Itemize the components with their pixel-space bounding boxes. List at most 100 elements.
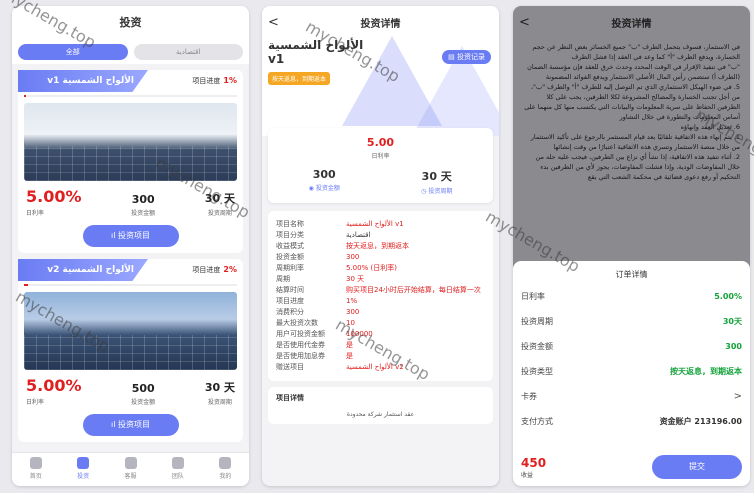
income-value: 450 [521,455,547,470]
tab-team[interactable]: 团队 [154,453,201,486]
progress-label: 项目进度 [192,77,221,85]
progress-info: 项目进度 1% [192,76,243,86]
detail-row: 投资金额 300 [276,252,485,263]
contract-paragraph: 5. في ضوء الهيكل الاستثماري الذي تم التو… [524,83,740,121]
invest-amount: 500 投资金额 [131,382,156,406]
product-card[interactable]: الألواح الشمسية v2 项目进度 2% 5.00% 日利率 500 … [18,259,243,442]
detail-value: الألواح الشمسية v2 [346,363,404,371]
category-filter: 全部 اقتصادية [12,40,249,64]
order-row: 投资金额 300 [513,334,750,359]
order-value: 按天返息，到期返本 [670,367,742,376]
detail-value: 10 [346,319,355,327]
progress-fill [24,95,27,97]
summary-card: 5.00 日利率 300 ◉ 投资金额 30 天 ◷ 投资周期 [268,128,493,203]
amount-label: ◉ 投资金额 [308,185,340,192]
invest-period: 30 天 投资周期 [204,192,235,217]
contract-text: في الاستثمار، فسوف يتحمل الطرف "ب" جميع … [513,38,750,186]
detail-value: الألواح الشمسية v1 [346,220,404,228]
progress-bar [24,284,237,286]
detail-value: 300 [346,253,360,261]
home-icon [29,457,42,469]
chart-icon: ıl [111,420,118,429]
amount-value: 300 [312,168,336,181]
tab-service[interactable]: 客服 [107,453,154,486]
invest-record-button[interactable]: ▤ 投资记录 [442,50,491,64]
submit-button[interactable]: 提交 [652,455,742,479]
detail-row: 周期 30 天 [276,274,485,285]
detail-row: 最大投资次数 10 [276,318,485,329]
filter-economic[interactable]: اقتصادية [133,44,243,60]
order-key: 投资类型 [521,367,553,376]
detail-key: 投资金额 [276,253,304,261]
detail-key: 赠送项目 [276,363,304,371]
project-description: 项目详情 عقد استثمار شركة محدودة [268,387,493,424]
detail-key: 是否使用代金券 [276,341,325,349]
detail-value: 100000 [346,330,373,338]
order-sheet: 订单详情 日利率 5.00% 投资周期 30天 投资金额 300 投资类型 按天返息，到期返本… [513,261,750,486]
sheet-title: 订单详情 [615,270,648,279]
coupon-row[interactable]: 卡券 > [513,384,750,409]
page-title: 投资 [12,6,249,40]
contract-paragraph: 2. أثناء تنفيذ هذه الاتفاقية، إذا نشأ أي… [535,153,740,181]
page-title: 投资详情 [360,18,401,30]
progress-value: 2% [223,265,237,274]
page-title: 投资详情 [611,18,652,30]
period-label: ◷ 投资周期 [421,188,453,195]
detail-key: 项目名称 [276,220,304,228]
section-title: 项目详情 [276,394,304,402]
detail-value: 5.00% (日利率) [346,264,397,272]
back-icon[interactable]: < [519,15,530,30]
invest-amount: 300 投资金额 [131,193,156,217]
back-icon[interactable]: < [268,15,279,30]
invest-list-screen: 投资 全部 اقتصادية الألواح الشمسية v1 项目进度 1%… [12,6,249,486]
tab-invest[interactable]: 投资 [59,453,106,486]
detail-value: 是 [346,341,353,349]
order-key: 日利率 [521,292,545,301]
order-key: 投资周期 [521,317,553,326]
detail-key: 用户可投资金额 [276,330,325,338]
detail-row: 项目进度 1% [276,296,485,307]
detail-key: 结算时间 [276,286,304,294]
product-name: الألواح الشمسية v2 [18,259,148,281]
invest-detail-screen: < 投资详情 الألواح الشمسية v1 ▤ 投资记录 按天返息，到期… [262,6,499,486]
contract-paragraph: في الاستثمار، فسوف يتحمل الطرف "ب" جميع … [532,43,740,61]
progress-bar [24,95,237,97]
invest-icon [77,457,90,469]
detail-value: اقتصادية [346,231,371,239]
product-image [24,103,237,181]
income-summary: 450 收益 [521,456,546,479]
invest-period: 30 天 投资周期 [204,381,235,406]
filter-all[interactable]: 全部 [18,44,128,60]
product-card[interactable]: الألواح الشمسية v1 项目进度 1% 5.00% 日利率 300 … [18,70,243,253]
detail-row: 结算时间 购买项目24小时后开始结算，每日结算一次 [276,285,485,296]
tab-mine[interactable]: 我的 [202,453,249,486]
detail-key: 最大投资次数 [276,319,318,327]
order-key: 投资金额 [521,342,553,351]
detail-value: 1% [346,297,358,305]
detail-value: 300 [346,308,360,316]
period-value: 30 天 [421,170,452,183]
team-icon [171,457,184,469]
progress-fill [24,284,29,286]
detail-value: 按天返息，到期返本 [346,242,409,250]
detail-key: 是否使用加息券 [276,352,325,360]
detail-row: 周期利率 5.00% (日利率) [276,263,485,274]
product-image [24,292,237,370]
detail-key: 消费积分 [276,308,304,316]
tab-home[interactable]: 首页 [12,453,59,486]
invest-button[interactable]: ıl 投资项目 [82,225,179,247]
detail-row: 收益模式 按天返息，到期返本 [276,241,485,252]
chevron-right-icon: > [733,391,742,402]
product-name: الألواح الشمسية v1 [18,70,148,92]
user-icon [219,457,232,469]
detail-value: 30 天 [346,275,365,283]
detail-row: 用户可投资金额 100000 [276,329,485,340]
detail-row: 项目分类 اقتصادية [276,230,485,241]
detail-row: 项目名称 الألواح الشمسية v1 [276,219,485,230]
order-key: 支付方式 [521,417,553,426]
invest-button[interactable]: ıl 投资项目 [82,414,179,436]
income-label: 收益 [521,471,534,479]
detail-key: 项目分类 [276,231,304,239]
detail-row: 赠送项目 الألواح الشمسية v2 [276,362,485,373]
rate-label: 日利率 [371,153,390,160]
